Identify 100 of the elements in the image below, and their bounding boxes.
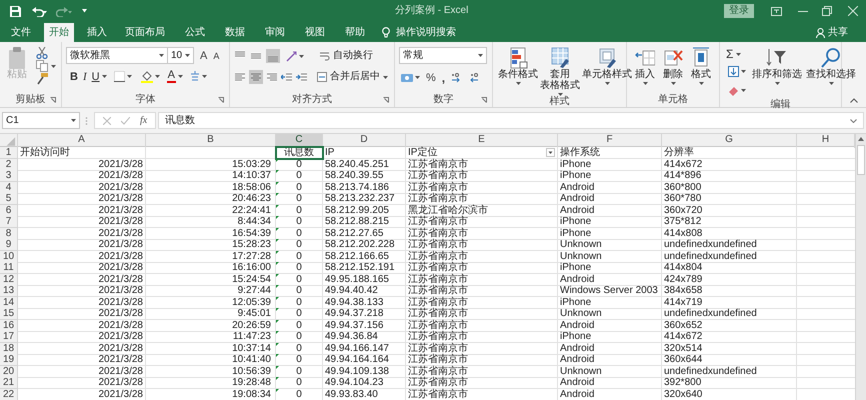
increase-indent-icon[interactable] [296,71,308,83]
filter-dropdown-icon[interactable] [546,148,555,157]
style-command-button[interactable]: 条件格式 [497,47,539,96]
row-header[interactable]: 17 [0,331,18,343]
ribbon-tab[interactable]: 数据 [220,23,250,42]
row-header[interactable]: 4 [0,182,18,194]
row-header[interactable]: 22 [0,388,18,400]
percent-button[interactable]: % [426,72,436,84]
dialog-launcher-icon[interactable] [50,97,56,103]
dialog-launcher-icon[interactable] [218,97,224,103]
cells-command-button[interactable]: 格式 [691,47,711,93]
table-cell-text: 58.212.88.215 [325,216,390,227]
italic-button[interactable]: I [82,70,87,84]
table-cell-text: 414x719 [664,296,704,308]
comma-button[interactable]: , [440,72,448,84]
restore-icon[interactable] [822,6,832,16]
column-header[interactable]: F [558,134,662,148]
collapse-ribbon-icon[interactable] [850,98,858,103]
row-header[interactable]: 5 [0,193,18,205]
ribbon-tab[interactable]: 公式 [180,23,210,42]
editing-command-button[interactable]: 查找和选择 [806,47,856,99]
ribbon-tab[interactable]: 审阅 [260,23,290,42]
ribbon-tab[interactable]: 视图 [300,23,330,42]
redo-icon[interactable] [56,6,72,16]
name-box[interactable]: C1 [2,112,80,129]
row-header[interactable]: 8 [0,228,18,240]
vertical-scrollbar[interactable] [855,134,866,400]
dialog-launcher-icon[interactable] [383,97,389,103]
column-header[interactable]: D [323,134,406,148]
row-header[interactable]: 9 [0,239,18,251]
style-command-button[interactable]: 单元格样式 [581,47,633,96]
row-header[interactable]: 1 [0,147,18,159]
customize-caret-icon[interactable] [82,9,87,13]
row-header[interactable]: 15 [0,308,18,320]
fill-button[interactable] [726,63,748,80]
number-format-field[interactable]: 常规 [399,47,487,64]
font-name-field[interactable]: 微软雅黑 [66,47,168,64]
table-cell-text: 2021/3/28 [98,354,143,365]
scroll-up-icon[interactable] [858,137,864,141]
table-cell-text: 江苏省南京市 [408,320,469,330]
table-cell-text: 2021/3/28 [98,331,143,342]
undo-icon[interactable] [32,6,48,16]
insert-function-button[interactable]: fx [140,114,148,126]
align-right-icon[interactable] [266,71,278,83]
money-icon [401,72,413,82]
font-size-field[interactable]: 10 [168,47,194,64]
column-header[interactable]: G [662,134,797,148]
expand-caret-icon[interactable] [850,118,857,122]
caret-icon [102,75,107,78]
wrap-text-button[interactable]: 自动换行 [320,50,373,62]
style-command-button[interactable]: 套用 表格格式 [539,47,581,96]
grow-font-button[interactable]: A [200,50,208,62]
table-cell-text: Android [560,354,596,365]
table-cell-text: 49.94.164.164 [325,354,390,365]
decrease-indent-icon[interactable] [281,71,293,83]
table-cell-text: 58.212.202.228 [325,239,396,250]
row-header[interactable]: 20 [0,366,18,378]
row-header[interactable]: 6 [0,204,18,216]
row-header[interactable]: 18 [0,342,18,354]
close-icon[interactable] [848,6,858,16]
borders-button[interactable] [112,68,134,85]
dialog-launcher-icon[interactable] [481,97,487,103]
ribbon-tab[interactable]: 帮助 [340,23,370,42]
save-icon[interactable] [10,6,21,16]
scroll-thumb[interactable] [857,145,865,175]
shrink-font-button[interactable]: A [213,50,220,62]
ribbon-display-icon[interactable] [771,6,782,16]
row-header[interactable]: 19 [0,354,18,366]
share-button[interactable]: 共享 [816,23,848,42]
row-header[interactable]: 7 [0,216,18,228]
cells-command-button[interactable]: 插入 [635,47,655,93]
tell-me-search[interactable]: 操作说明搜索 [396,25,456,40]
cells-command-button[interactable]: 删除 [663,47,683,93]
ribbon-tab[interactable]: 文件 [6,23,36,42]
underline-button[interactable]: U [92,70,100,84]
row-header[interactable]: 10 [0,250,18,262]
row-header[interactable]: 21 [0,377,18,389]
row-header[interactable]: 12 [0,274,18,286]
row-header[interactable]: 2 [0,158,18,170]
align-center-icon[interactable] [249,70,263,84]
autosum-button[interactable]: Σ [726,47,734,61]
ribbon-tab[interactable]: 开始 [44,23,74,42]
row-header[interactable]: 16 [0,320,18,332]
row-header[interactable]: 14 [0,296,18,308]
editing-command-button[interactable]: 排序和筛选 [752,47,802,99]
row-header[interactable]: 3 [0,170,18,182]
ribbon-tab[interactable]: 插入 [82,23,112,42]
ribbon-tab[interactable]: 页面布局 [120,23,170,42]
format-painter-icon[interactable] [36,73,48,85]
row-header[interactable]: 13 [0,285,18,297]
table-cell-text: 江苏省南京市 [408,216,469,227]
row-header[interactable]: 11 [0,262,18,274]
align-left-icon[interactable] [234,71,246,83]
scissors-icon[interactable] [36,47,48,59]
font-color-button[interactable]: A [166,70,183,83]
bold-button[interactable]: B [70,70,78,84]
formula-input-field[interactable]: 讯息数 [158,112,864,129]
copy-icon[interactable] [36,60,48,72]
merge-center-button[interactable]: 合并后居中 [317,71,388,83]
sign-in-button[interactable]: 登录 [724,4,754,18]
